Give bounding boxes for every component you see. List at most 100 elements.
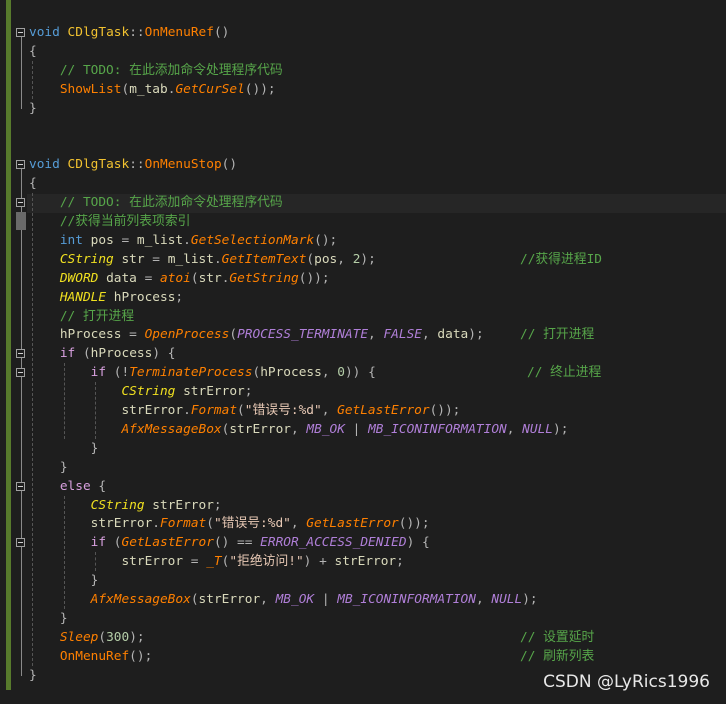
code-line[interactable]: } — [29, 609, 68, 628]
code-token: strError — [229, 421, 291, 437]
collapse-icon[interactable] — [16, 160, 25, 170]
code-token: if — [59, 346, 76, 362]
code-line[interactable]: } — [29, 666, 37, 685]
code-token: ()); — [429, 403, 461, 418]
code-token: , — [506, 421, 523, 437]
collapse-icon[interactable] — [16, 349, 25, 359]
code-line[interactable]: } — [29, 99, 37, 118]
code-token: pos — [82, 232, 114, 248]
code-token: , — [290, 421, 307, 437]
code-line[interactable]: void CDlgTask::OnMenuRef() — [29, 23, 229, 42]
code-token: str — [113, 251, 145, 267]
code-token: PROCESS_TERMINATE — [237, 327, 369, 343]
code-token: strError — [198, 592, 261, 607]
code-token: ShowList — [59, 81, 122, 97]
indent-guide — [64, 495, 65, 609]
code-line[interactable]: strError.Format("错误号:%d", GetLastError()… — [29, 401, 460, 420]
code-line[interactable]: hProcess = OpenProcess(PROCESS_TERMINATE… — [29, 325, 484, 344]
code-token: , — [260, 592, 276, 607]
code-line[interactable]: DWORD data = atoi(str.GetString()); — [29, 269, 330, 288]
code-token: () == — [213, 535, 261, 551]
trailing-comment: // 打开进程 — [520, 327, 595, 343]
code-token: "错误号:%d" — [213, 516, 291, 532]
code-token: data — [98, 270, 137, 286]
code-token: FALSE — [383, 327, 422, 343]
code-token: { — [29, 176, 37, 192]
code-token: , — [321, 403, 338, 418]
code-token: ( — [75, 346, 91, 362]
indent-guide — [95, 552, 96, 572]
code-line[interactable]: { — [29, 42, 37, 61]
collapse-icon[interactable] — [16, 538, 25, 548]
code-token: OnMenuRef — [59, 648, 130, 664]
code-line[interactable]: CString strError; — [29, 496, 222, 515]
code-token: ) + — [303, 554, 335, 570]
code-line[interactable]: } — [29, 439, 99, 458]
code-line[interactable]: CString strError; — [29, 382, 252, 401]
code-line[interactable]: // TODO: 在此添加命令处理程序代码 — [29, 61, 283, 80]
code-token: pos — [314, 251, 338, 267]
code-token: ); — [468, 327, 484, 343]
code-token: } — [29, 100, 37, 116]
collapse-icon[interactable] — [16, 481, 25, 491]
code-line[interactable]: strError.Format("错误号:%d", GetLastError()… — [29, 514, 430, 533]
code-token: ) { — [406, 535, 430, 551]
code-token: // TODO: 在此添加命令处理程序代码 — [59, 62, 283, 78]
code-token: , — [368, 327, 384, 343]
code-token: () — [221, 157, 238, 173]
code-token: NULL — [491, 592, 523, 607]
code-line[interactable]: int pos = m_list.GetSelectionMark(); — [29, 231, 337, 250]
code-token: ; — [244, 384, 253, 400]
code-token: ( — [190, 592, 199, 607]
code-line[interactable]: //获得当前列表项索引 — [29, 212, 191, 231]
code-line[interactable]: Sleep(300); — [29, 628, 145, 647]
watermark: CSDN @LyRics1996 — [543, 672, 710, 692]
code-token: ( — [190, 270, 199, 286]
code-line[interactable]: CString str = m_list.GetItemText(pos, 2)… — [29, 250, 376, 269]
code-token: MB_ICONINFORMATION — [337, 592, 476, 607]
code-token: , — [422, 327, 438, 343]
code-token: } — [29, 459, 68, 475]
code-token: DWORD — [59, 270, 99, 286]
code-token: int — [59, 232, 83, 248]
code-line[interactable]: void CDlgTask::OnMenuStop() — [29, 155, 237, 174]
code-token: 300 — [106, 629, 130, 645]
code-token: atoi — [160, 270, 191, 286]
code-line[interactable]: if (!TerminateProcess(hProcess, 0)) { — [29, 363, 376, 382]
collapse-icon[interactable] — [16, 198, 25, 208]
code-line[interactable]: OnMenuRef(); — [29, 647, 152, 666]
code-line[interactable]: if (hProcess) { — [29, 344, 176, 363]
code-line[interactable]: AfxMessageBox(strError, MB_OK | MB_ICONI… — [29, 420, 568, 439]
code-token: } — [29, 610, 68, 626]
code-token: strError — [334, 554, 397, 570]
code-line[interactable]: // 打开进程 — [29, 307, 134, 326]
collapse-icon[interactable] — [16, 368, 25, 378]
code-line[interactable]: strError = _T("拒绝访问!") + strError; — [29, 552, 403, 571]
code-line[interactable]: HANDLE hProcess; — [29, 288, 183, 307]
code-line[interactable]: } — [29, 458, 68, 477]
code-line[interactable]: ShowList(m_tab.GetCurSel()); — [29, 80, 276, 99]
code-line[interactable]: // TODO: 在此添加命令处理程序代码 — [29, 193, 283, 212]
code-line[interactable]: { — [29, 174, 37, 193]
indent-guide — [64, 363, 65, 439]
code-line[interactable]: AfxMessageBox(strError, MB_OK | MB_ICONI… — [29, 590, 538, 609]
code-token: if — [90, 535, 107, 551]
code-token: strError — [121, 554, 184, 570]
code-token: strError — [90, 516, 153, 532]
collapse-icon[interactable] — [16, 28, 25, 37]
code-token: TerminateProcess — [129, 365, 253, 381]
code-token: . — [183, 232, 191, 248]
code-token: m_list — [167, 251, 214, 267]
code-line[interactable]: else { — [29, 477, 106, 496]
code-line[interactable]: if (GetLastError() == ERROR_ACCESS_DENIE… — [29, 533, 430, 552]
code-token: if — [90, 365, 107, 381]
